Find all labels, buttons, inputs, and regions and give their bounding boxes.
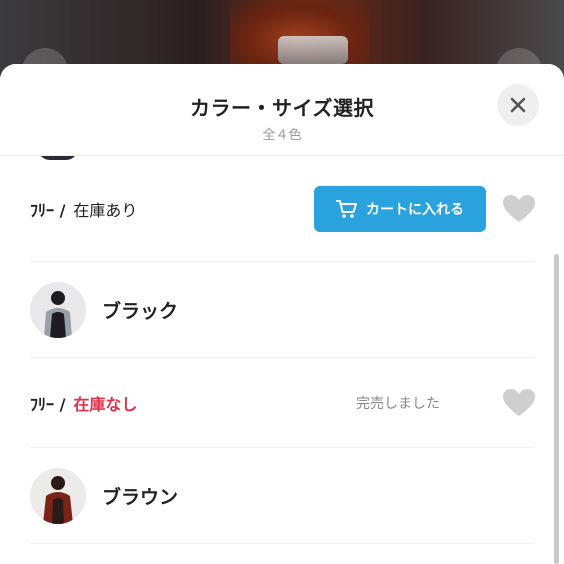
size-label: ﾌﾘｰ / 在庫なし <box>30 391 137 415</box>
color-size-sheet: カラー・サイズ選択 全４色 ﾌﾘｰ / 在庫あり カートに入れる ブラック ﾌﾘ… <box>0 64 564 564</box>
size-label: ﾌﾘｰ / 在庫あり <box>30 197 137 221</box>
stock-status: 在庫なし <box>73 394 138 414</box>
sheet-header: カラー・サイズ選択 全４色 <box>0 64 564 156</box>
color-row[interactable]: ブラック <box>30 262 534 358</box>
heart-icon[interactable] <box>502 194 536 224</box>
soldout-status: 完売しました <box>356 395 440 412</box>
color-row[interactable]: ブラウン <box>30 448 534 544</box>
scrollbar[interactable] <box>554 254 559 564</box>
color-name: ブラウン <box>102 486 179 508</box>
add-to-cart-label: カートに入れる <box>366 201 464 218</box>
stock-status: 在庫あり <box>73 200 138 220</box>
size-row: ﾌﾘｰ / 在庫あり カートに入れる <box>30 156 536 262</box>
close-icon <box>510 97 526 113</box>
cart-icon <box>336 199 357 218</box>
add-to-cart-button[interactable]: カートに入れる <box>314 185 486 232</box>
color-thumbnail <box>30 467 86 524</box>
size-name: ﾌﾘｰ / <box>30 394 66 414</box>
product-ring-detail <box>278 36 348 64</box>
variant-list: ﾌﾘｰ / 在庫あり カートに入れる ブラック ﾌﾘｰ / 在庫なし 完売しまし… <box>0 156 564 544</box>
color-name: ブラック <box>102 300 179 322</box>
color-thumbnail <box>30 281 86 338</box>
color-count: 全４色 <box>262 128 302 143</box>
size-row: ﾌﾘｰ / 在庫なし 完売しました <box>30 358 536 448</box>
size-name: ﾌﾘｰ / <box>30 200 66 220</box>
heart-icon[interactable] <box>502 388 536 418</box>
sheet-title: カラー・サイズ選択 <box>190 96 374 120</box>
close-button[interactable] <box>497 84 539 126</box>
